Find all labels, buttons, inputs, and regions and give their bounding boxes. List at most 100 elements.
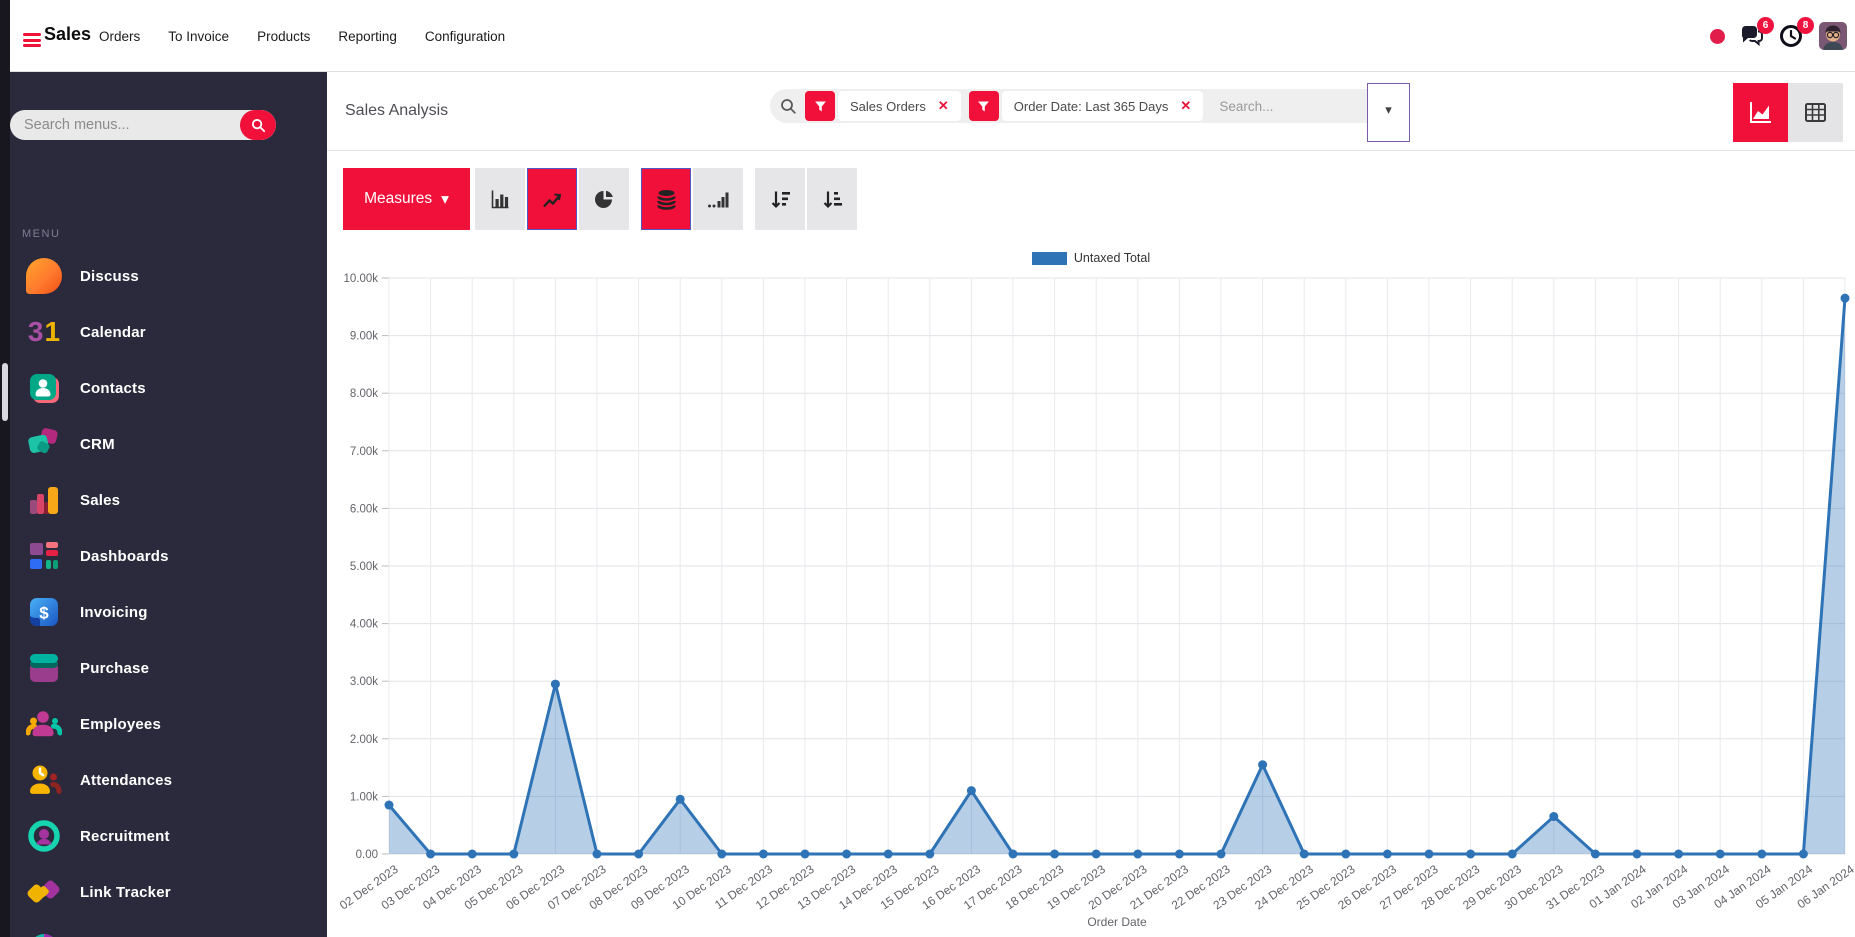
messages-button[interactable]: 6 (1739, 17, 1774, 49)
sidebar-search (10, 110, 276, 140)
svg-text:7.00k: 7.00k (350, 446, 378, 458)
activities-badge: 8 (1797, 17, 1814, 34)
chart-type-group (475, 168, 629, 230)
facet-sales-orders: Sales Orders ✕ (805, 91, 961, 121)
sidebar-item-dashboards[interactable]: Dashboards (10, 528, 327, 584)
cumulative-icon (708, 192, 729, 208)
status-dot-icon[interactable] (1710, 28, 1725, 44)
page-title: Sales Analysis (345, 102, 449, 119)
sidebar-item-label: Invoicing (80, 603, 148, 621)
sidebar-item-label: Discuss (80, 267, 139, 285)
attendances-icon (26, 762, 62, 798)
graph-view-icon (1750, 102, 1771, 123)
stacked-icon (656, 189, 676, 210)
invoicing-icon: $ (26, 594, 62, 630)
chevron-down-icon: ▾ (1385, 102, 1392, 117)
sidebar-item-label: Employees (80, 715, 162, 733)
sidebar-item-label: Attendances (80, 771, 173, 789)
search-menus-input[interactable] (10, 117, 240, 133)
navbar-systray: 6 8 (1710, 0, 1847, 72)
sidebar-item-link-tracker[interactable]: Link Tracker (10, 864, 327, 920)
measures-label: Measures (364, 190, 433, 207)
pivot-view-button[interactable] (1788, 83, 1843, 142)
menu-products[interactable]: Products (248, 23, 319, 50)
sidebar-item-label: Contacts (80, 379, 146, 397)
sidebar-item-contacts[interactable]: Contacts (10, 360, 327, 416)
sidebar-item-purchase[interactable]: Purchase (10, 640, 327, 696)
line-chart-button[interactable] (527, 168, 577, 230)
sort-asc-button[interactable] (807, 168, 857, 230)
sidebar-item-invoicing[interactable]: $ Invoicing (10, 584, 327, 640)
svg-text:3.00k: 3.00k (350, 676, 378, 688)
search-facet-bar[interactable]: Sales Orders ✕ Order Date: Last 365 Days… (770, 89, 1372, 123)
svg-text:6.00k: 6.00k (350, 503, 378, 515)
activities-button[interactable]: 8 (1779, 17, 1814, 49)
sort-desc-button[interactable] (755, 168, 805, 230)
facet-remove-icon[interactable]: ✕ (1180, 98, 1191, 114)
mode-group (641, 168, 743, 230)
graph-view-button[interactable] (1733, 83, 1788, 142)
facet-order-date: Order Date: Last 365 Days ✕ (968, 91, 1204, 121)
cumulative-button[interactable] (693, 168, 743, 230)
sidebar-item-sales[interactable]: Sales (10, 472, 327, 528)
filter-funnel-icon (968, 91, 999, 121)
menu-orders[interactable]: Orders (90, 23, 149, 50)
link-tracker-icon (26, 874, 62, 910)
svg-text:8.00k: 8.00k (350, 388, 378, 400)
stacked-toggle-button[interactable] (641, 168, 691, 230)
facet-label: Sales Orders (850, 98, 926, 114)
sidebar-item-discuss[interactable]: Discuss (10, 248, 327, 304)
sidebar-item-label: Purchase (80, 659, 150, 677)
control-panel: Sales Analysis Sales Orders ✕ Order Date… (327, 72, 1855, 151)
sidebar-item-partial[interactable] (10, 920, 327, 937)
top-navbar: Sales Orders To Invoice Products Reporti… (10, 0, 1855, 72)
menu-reporting[interactable]: Reporting (329, 23, 406, 50)
sidebar-item-employees[interactable]: Employees (10, 696, 327, 752)
svg-text:5.00k: 5.00k (350, 561, 378, 573)
line-chart-icon (542, 193, 561, 207)
pie-chart-button[interactable] (579, 168, 629, 230)
search-icon (251, 118, 265, 132)
menu-configuration[interactable]: Configuration (416, 23, 514, 50)
sidebar-item-label: CRM (80, 435, 115, 453)
purchase-icon (26, 650, 62, 686)
sidebar-item-crm[interactable]: CRM (10, 416, 327, 472)
discuss-icon (26, 258, 62, 294)
menu-to-invoice[interactable]: To Invoice (159, 23, 238, 50)
sidebar-search-button[interactable] (240, 110, 276, 140)
sales-analysis-line-chart[interactable]: 10.00k 9.00k 8.00k 7.00k 6.00k 5.00k 4.00k 3.00… (327, 240, 1855, 937)
calendar-digit: 3 (27, 316, 44, 347)
sidebar-item-recruitment[interactable]: Recruitment (10, 808, 327, 864)
measures-button[interactable]: Measures ▾ (343, 168, 470, 230)
svg-text:1.00k: 1.00k (350, 791, 378, 803)
user-avatar[interactable] (1819, 22, 1847, 50)
filter-funnel-icon (805, 91, 835, 121)
search-icon (781, 98, 796, 114)
top-menu: Orders To Invoice Products Reporting Con… (90, 0, 514, 72)
dashboards-icon (26, 538, 62, 574)
search-options-toggle[interactable]: ▾ (1367, 83, 1410, 142)
bar-chart-button[interactable] (475, 168, 525, 230)
sidebar-item-label: Recruitment (80, 827, 170, 845)
sidebar-app-list: Discuss 31 Calendar Contacts CRM Sales D… (10, 248, 327, 937)
svg-text:4.00k: 4.00k (350, 619, 378, 631)
app-brand[interactable]: Sales (44, 24, 91, 45)
sidebar-item-label: Link Tracker (80, 883, 171, 901)
svg-text:9.00k: 9.00k (350, 331, 378, 343)
svg-text:Order Date: Order Date (1087, 915, 1147, 929)
sidebar-item-calendar[interactable]: 31 Calendar (10, 304, 327, 360)
search-input[interactable] (1219, 98, 1370, 114)
sidebar-item-label: Calendar (80, 323, 146, 341)
view-switcher (1733, 83, 1843, 142)
apps-sidebar: MENU Discuss 31 Calendar Contacts CRM (10, 72, 327, 937)
bar-chart-icon (491, 190, 508, 208)
sidebar-item-attendances[interactable]: Attendances (10, 752, 327, 808)
svg-text:10.00k: 10.00k (343, 273, 378, 285)
facet-remove-icon[interactable]: ✕ (938, 98, 949, 114)
sidebar-scrollbar-handle[interactable] (2, 363, 8, 421)
menu-section-label: MENU (22, 228, 61, 240)
svg-text:0.00: 0.00 (356, 849, 378, 861)
sales-icon (26, 482, 62, 518)
hamburger-menu-icon[interactable] (23, 33, 41, 47)
messages-badge: 6 (1757, 17, 1774, 34)
